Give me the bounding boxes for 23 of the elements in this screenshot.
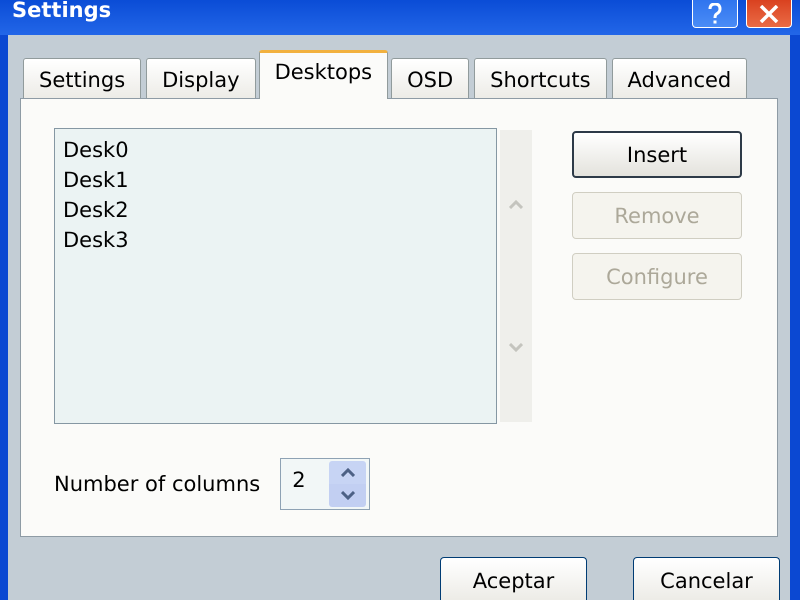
- tab[interactable]: Shortcuts: [474, 58, 607, 98]
- tab[interactable]: Display: [146, 58, 256, 98]
- tab[interactable]: OSD: [391, 58, 470, 98]
- number-field[interactable]: 2: [292, 468, 330, 492]
- dialog-button[interactable]: Aceptar: [440, 557, 587, 600]
- list-item[interactable]: Desk3: [62, 225, 130, 255]
- spin-box[interactable]: 2: [280, 458, 370, 510]
- close-icon: [759, 4, 779, 22]
- window-title: Settings: [12, 0, 112, 22]
- question-mark-icon: [707, 2, 723, 24]
- tab[interactable]: Advanced: [612, 58, 748, 98]
- list-item[interactable]: Desk1: [62, 165, 130, 195]
- tab[interactable]: Desktops: [258, 50, 388, 99]
- dialog-button[interactable]: Cancelar: [633, 557, 780, 600]
- list-item[interactable]: Desk2: [62, 195, 130, 225]
- help-button[interactable]: [692, 0, 738, 28]
- action-button[interactable]: Insert: [572, 131, 742, 178]
- columns-label: Number of columns: [54, 472, 260, 496]
- increment-button[interactable]: [329, 461, 366, 484]
- close-button[interactable]: [746, 0, 792, 28]
- list-item[interactable]: Desk0: [62, 135, 130, 165]
- tab[interactable]: Settings: [23, 58, 142, 98]
- decrement-button[interactable]: [329, 484, 366, 507]
